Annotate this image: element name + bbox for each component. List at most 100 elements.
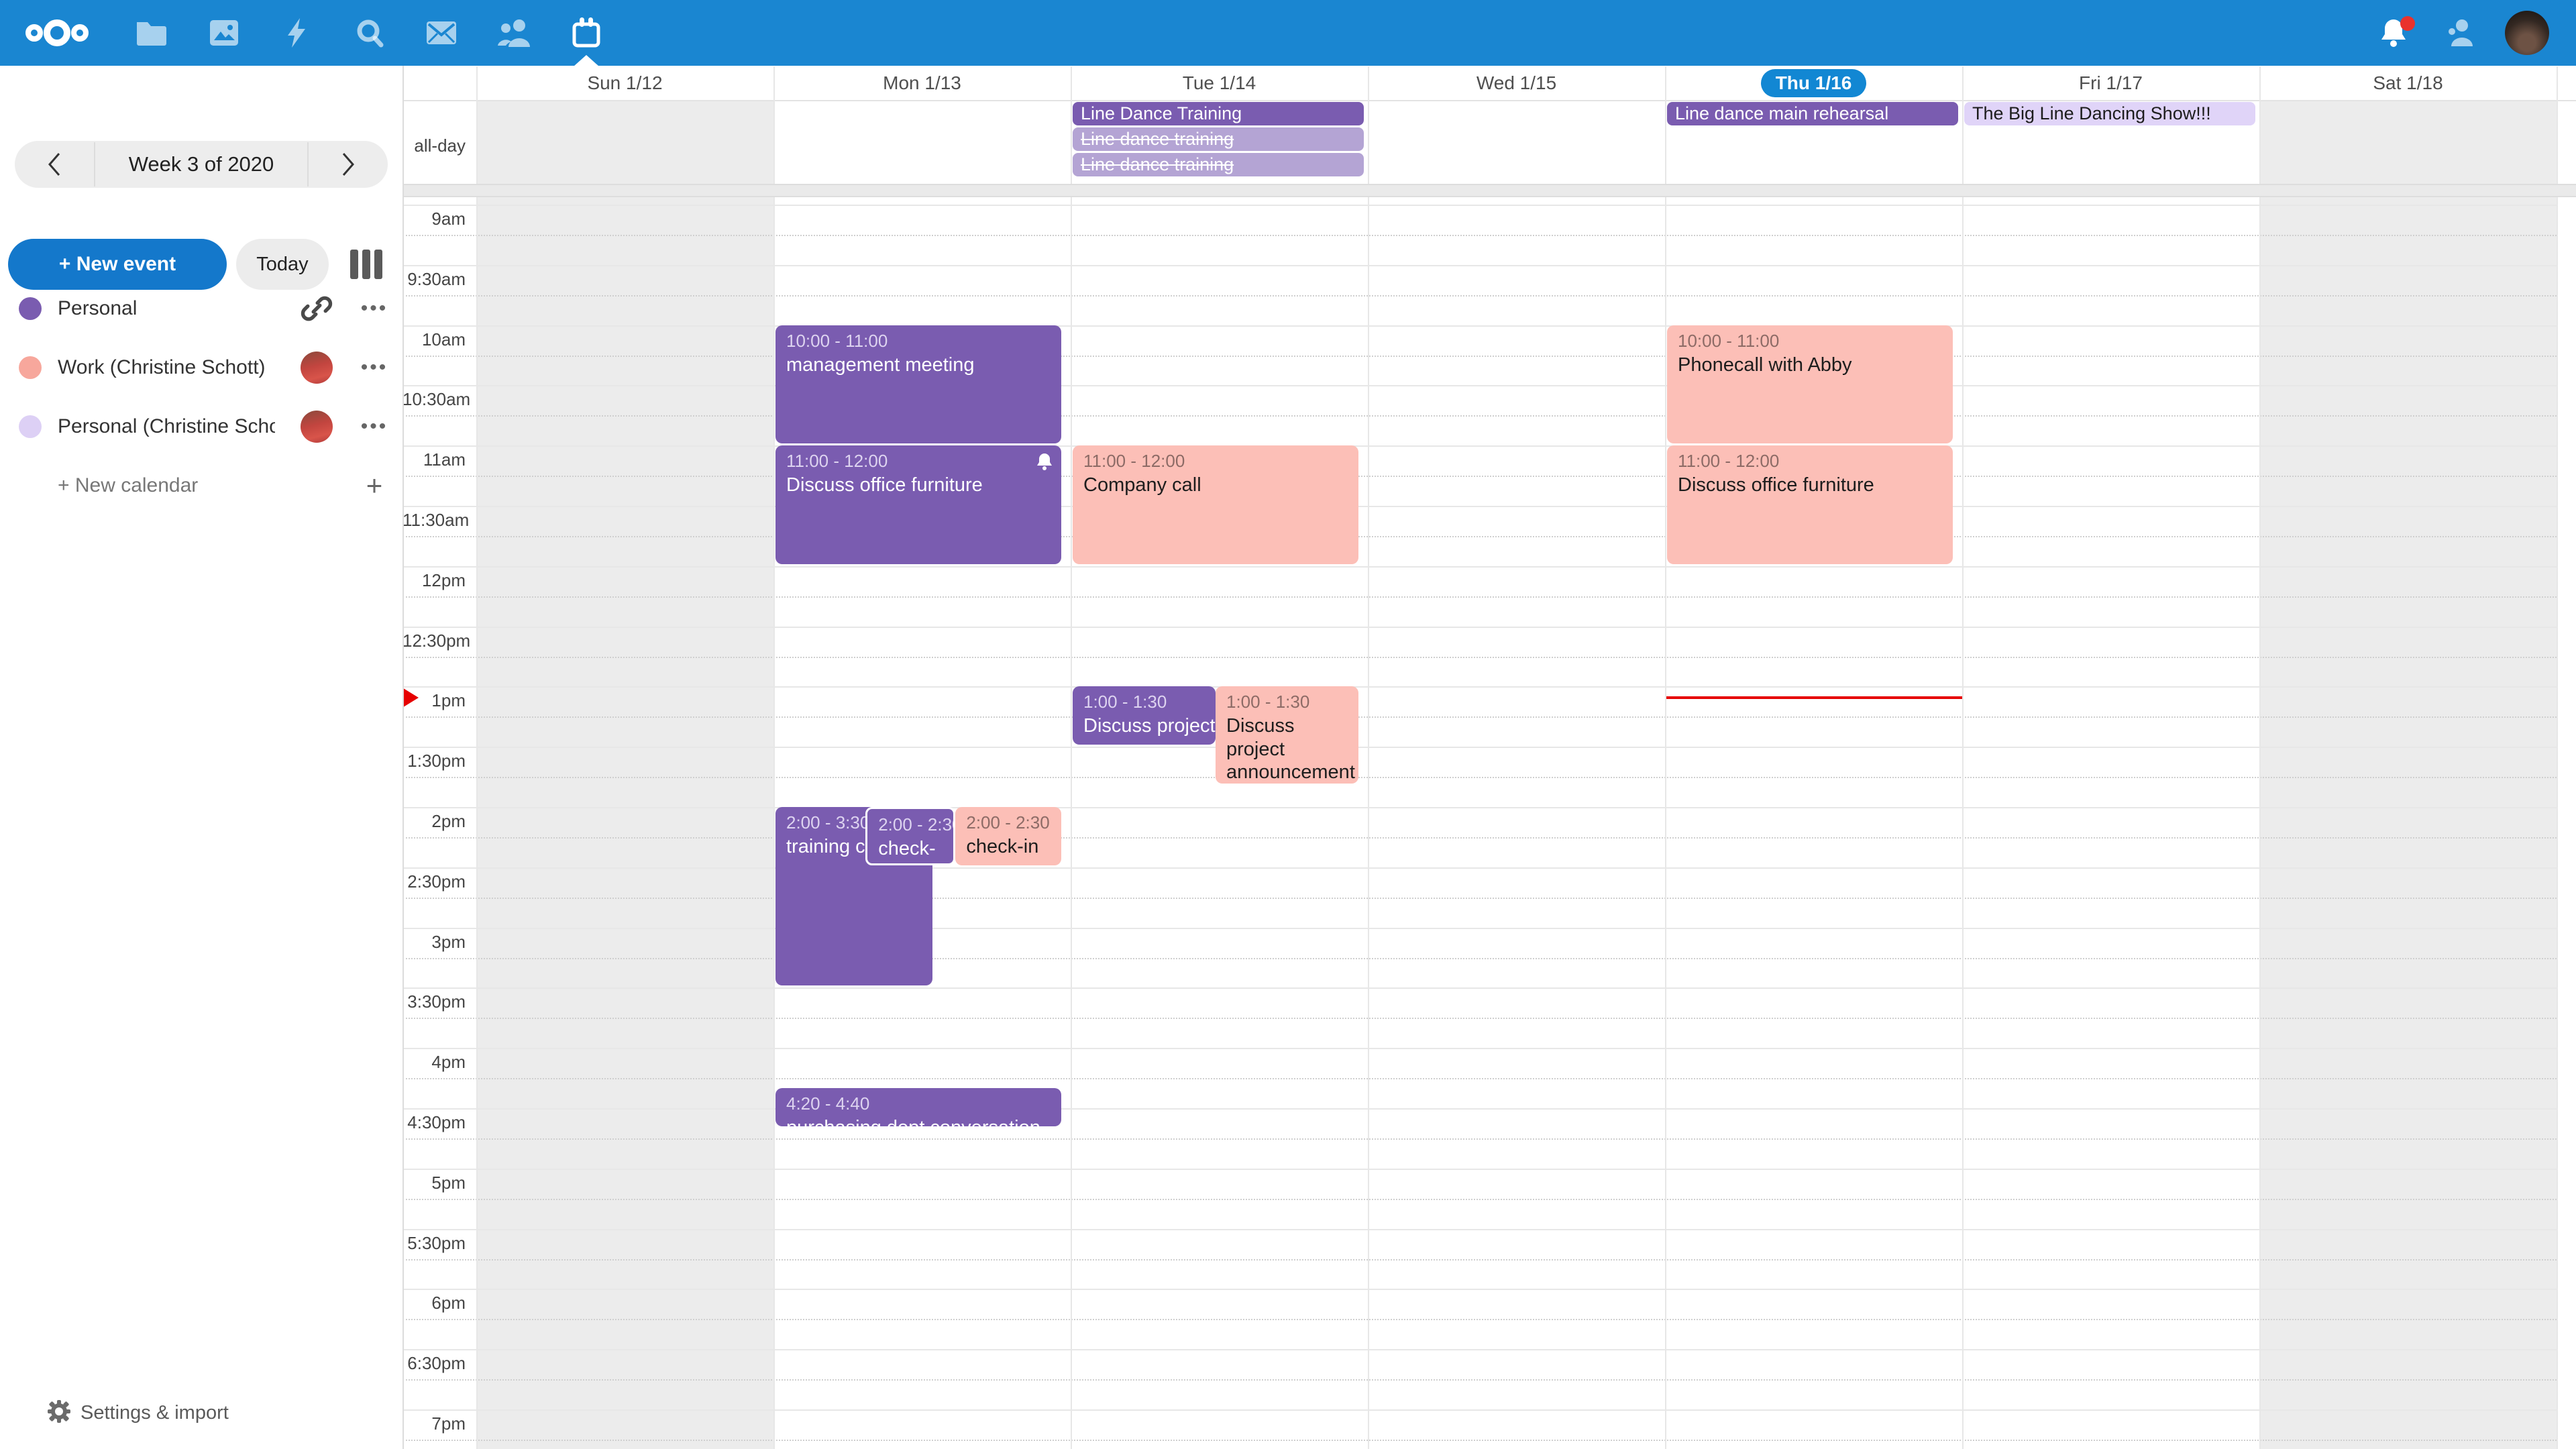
event[interactable]: 10:00 - 11:00Phonecall with Abby [1667, 325, 1953, 444]
activity-app-button[interactable] [272, 0, 321, 66]
event[interactable]: 1:00 - 1:30Discuss project announcement [1073, 686, 1216, 745]
slot-line [402, 1289, 2557, 1290]
weekend-shading [476, 100, 773, 1449]
allday-event[interactable]: The Big Line Dancing Show!!! [1964, 102, 2255, 125]
slot-line-minor [402, 536, 2557, 537]
slot-line [402, 987, 2557, 989]
user-avatar[interactable] [2505, 11, 2549, 55]
view-switcher-button[interactable] [350, 250, 386, 279]
calendar-name[interactable]: Personal [58, 297, 275, 320]
calendar-list-item[interactable]: Work (Christine Schott) ••• [0, 338, 402, 397]
notifications-button[interactable] [2371, 0, 2419, 66]
calendar-actions-menu[interactable]: ••• [354, 415, 394, 438]
event[interactable]: 2:00 - 2:30check-in [955, 807, 1061, 865]
photos-app-button[interactable] [200, 0, 248, 66]
calendar-list: Personal•••Work (Christine Schott)•••Per… [0, 279, 402, 515]
next-week-button[interactable] [309, 141, 388, 188]
slot-line-minor [402, 837, 2557, 839]
slot-line-minor [402, 1319, 2557, 1320]
allday-event[interactable]: Line Dance Training [1073, 102, 1364, 125]
event-time: 2:00 - 2:30 [966, 812, 1056, 833]
sidebar-divider [402, 66, 404, 1449]
time-label: 12:30pm [402, 631, 466, 651]
event-time: 10:00 - 11:00 [1678, 331, 1947, 352]
nextcloud-logo[interactable] [20, 0, 94, 66]
slot-line [402, 686, 2557, 688]
photos-icon [209, 19, 239, 47]
slot-line [402, 1229, 2557, 1230]
event[interactable]: 11:00 - 12:00Company call [1073, 445, 1358, 564]
plus-icon: + [354, 470, 394, 502]
topbar [0, 0, 2576, 66]
slot-line [402, 1409, 2557, 1411]
event-title: Discuss project announcement [1226, 714, 1353, 784]
column-border [1071, 66, 1072, 1449]
event[interactable]: 4:20 - 4:40purchasing dept conversation [775, 1088, 1061, 1126]
calendar-actions-menu[interactable]: ••• [354, 297, 394, 320]
day-header[interactable]: Wed 1/15 [1368, 66, 1665, 100]
nextcloud-logo-icon [25, 15, 89, 50]
column-border [1665, 66, 1666, 1449]
slot-line [402, 385, 2557, 386]
event-title: check-in [966, 835, 1056, 858]
allday-event[interactable]: Line dance training [1073, 127, 1364, 151]
day-header[interactable]: Sun 1/12 [476, 66, 773, 100]
event-title: Discuss office furniture [1678, 474, 1947, 496]
search-icon [355, 17, 386, 48]
slot-line [402, 265, 2557, 266]
event[interactable]: 2:00 - 2:30check-in [865, 807, 955, 865]
lightning-bolt-icon [284, 17, 309, 49]
slot-line-minor [402, 1440, 2557, 1441]
calendar-color-dot[interactable] [19, 297, 42, 320]
event[interactable]: 10:00 - 11:00management meeting [775, 325, 1061, 444]
calendar-list-item[interactable]: Personal ••• [0, 279, 402, 338]
gear-icon [47, 1399, 71, 1427]
allday-event[interactable]: Line dance main rehearsal [1667, 102, 1958, 125]
day-header[interactable]: Thu 1/16 [1665, 66, 1962, 100]
event-time: 10:00 - 11:00 [786, 331, 1056, 352]
slot-line [402, 1349, 2557, 1350]
event-time: 11:00 - 12:00 [786, 451, 1056, 472]
calendar-name[interactable]: Work (Christine Schott) [58, 356, 275, 379]
share-link-icon[interactable] [301, 292, 333, 325]
slot-line-minor [402, 596, 2557, 598]
previous-week-button[interactable] [15, 141, 94, 188]
time-label: 9am [402, 209, 466, 229]
calendar-actions-menu[interactable]: ••• [354, 356, 394, 379]
slot-line-minor [402, 235, 2557, 236]
day-header[interactable]: Fri 1/17 [1962, 66, 2259, 100]
mail-app-button[interactable] [417, 0, 466, 66]
day-header[interactable]: Mon 1/13 [773, 66, 1071, 100]
allday-event[interactable]: Line dance training [1073, 153, 1364, 176]
contacts-app-button[interactable] [490, 0, 538, 66]
event[interactable]: 11:00 - 12:00Discuss office furniture [1667, 445, 1953, 564]
calendar-color-dot[interactable] [19, 415, 42, 438]
week-label[interactable]: Week 3 of 2020 [94, 142, 309, 186]
new-calendar-button[interactable]: + New calendar+ [0, 456, 402, 515]
day-header[interactable]: Sat 1/18 [2259, 66, 2557, 100]
column-border [476, 66, 478, 1449]
day-header[interactable]: Tue 1/14 [1071, 66, 1368, 100]
calendar-color-dot[interactable] [19, 356, 42, 379]
settings-label: Settings & import [80, 1402, 229, 1424]
user-status-button[interactable] [2436, 0, 2485, 66]
slot-line [402, 747, 2557, 748]
event-time: 1:00 - 1:30 [1083, 692, 1210, 712]
search-app-button[interactable] [346, 0, 394, 66]
time-label: 12pm [402, 570, 466, 591]
slot-line-minor [402, 958, 2557, 959]
slot-line-minor [402, 1018, 2557, 1019]
settings-button[interactable]: Settings & import [0, 1393, 402, 1433]
event[interactable]: 11:00 - 12:00Discuss office furniture [775, 445, 1061, 564]
slot-line [402, 566, 2557, 568]
event-title: check-in [878, 837, 948, 865]
calendar-name[interactable]: Personal (Christine Scho... [58, 415, 275, 438]
event-time: 11:00 - 12:00 [1083, 451, 1353, 472]
files-app-button[interactable] [127, 0, 176, 66]
event-time: 2:00 - 2:30 [878, 814, 948, 835]
calendar-list-item[interactable]: Personal (Christine Scho... ••• [0, 397, 402, 456]
today-pill[interactable]: Thu 1/16 [1761, 69, 1867, 97]
event[interactable]: 1:00 - 1:30Discuss project announcement [1216, 686, 1358, 784]
event-time: 4:20 - 4:40 [786, 1093, 1056, 1114]
time-label: 3pm [402, 932, 466, 953]
